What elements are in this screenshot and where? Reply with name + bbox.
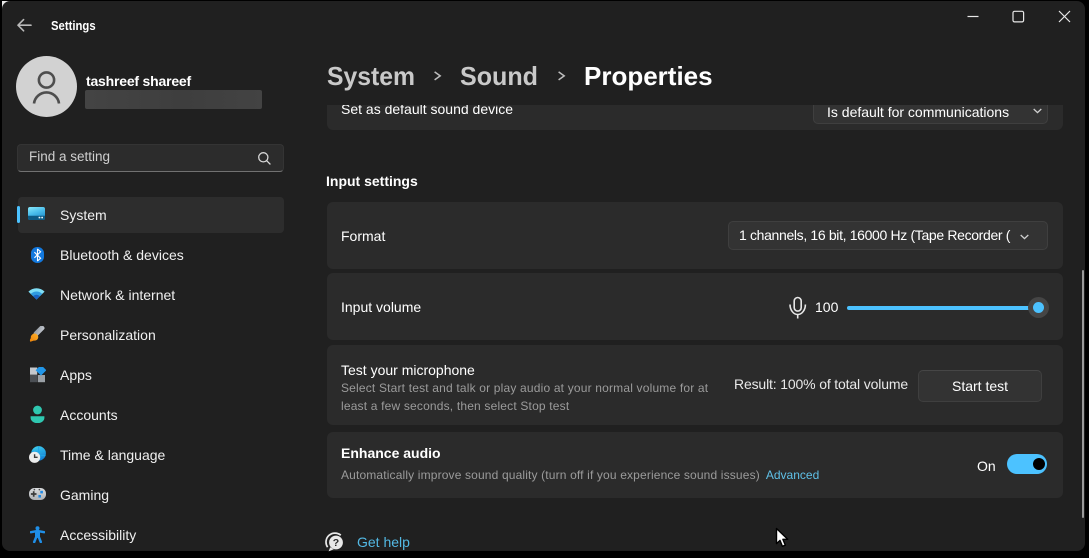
svg-text:?: ? bbox=[333, 537, 339, 549]
